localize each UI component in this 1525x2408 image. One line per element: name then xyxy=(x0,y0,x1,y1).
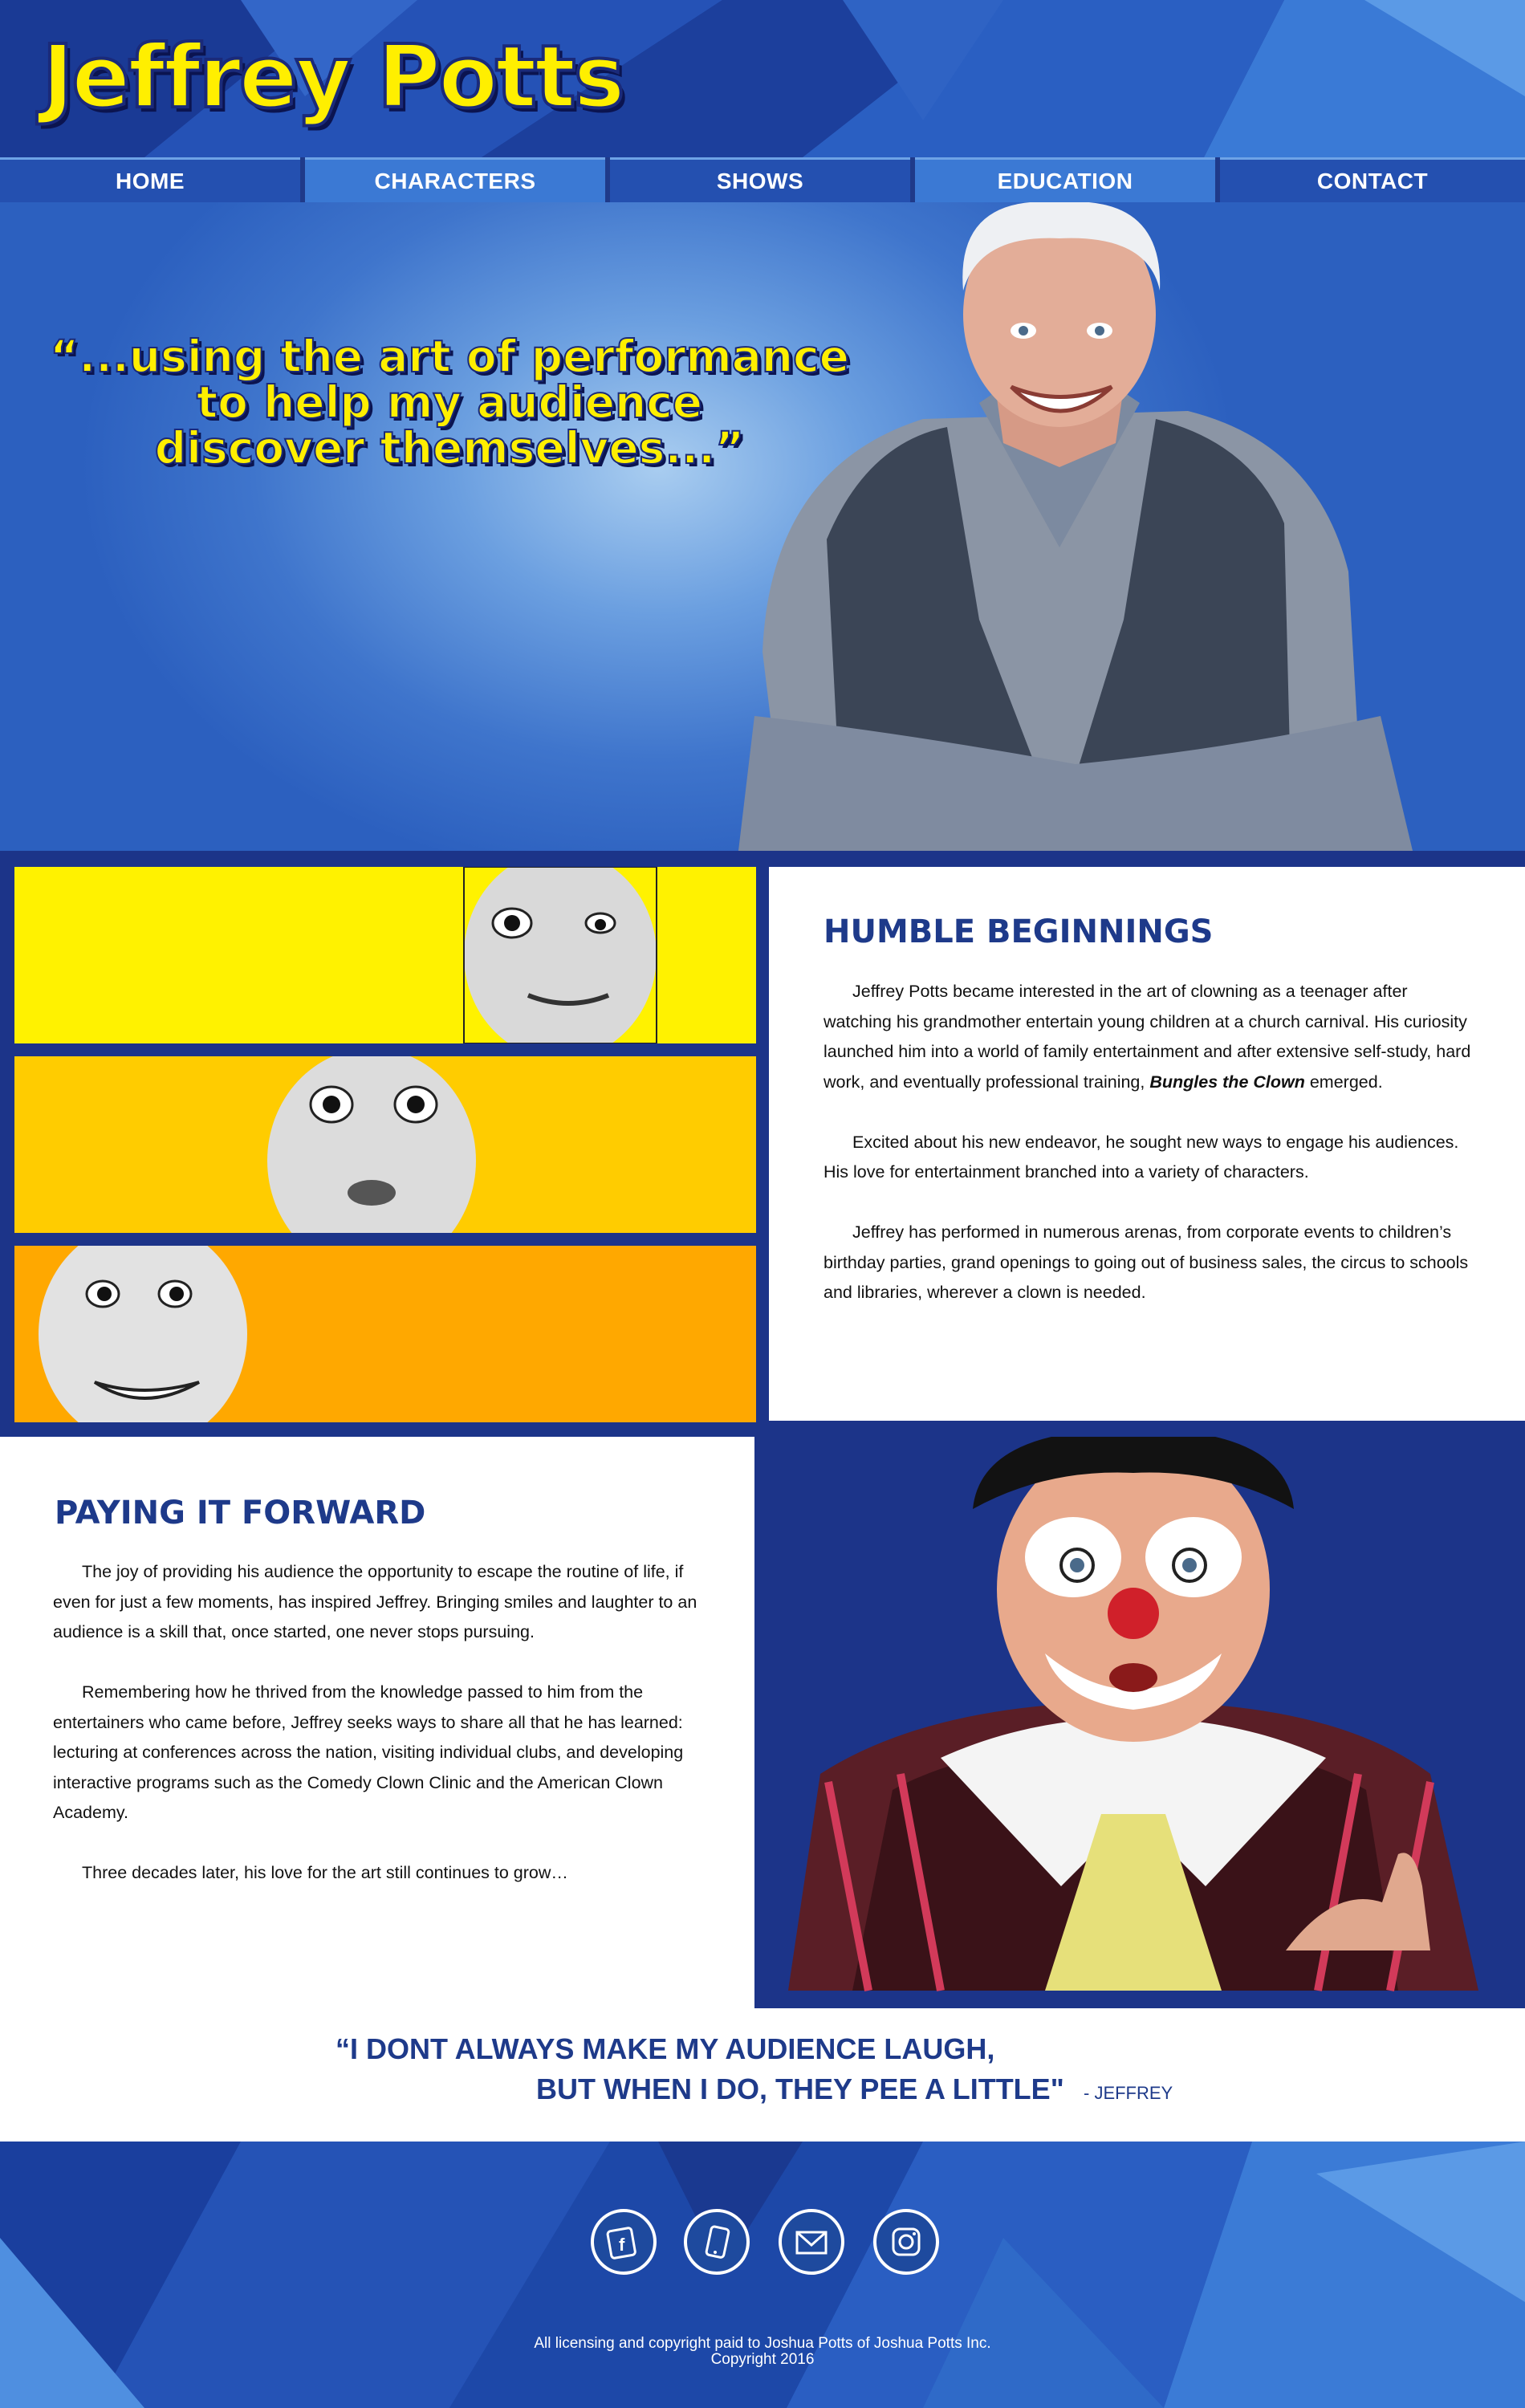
facebook-icon: f xyxy=(606,2227,636,2260)
forward-paragraph-1: The joy of providing his audience the op… xyxy=(53,1562,697,1641)
nav-contact[interactable]: CONTACT xyxy=(1220,157,1525,202)
copyright-line2: Copyright 2016 xyxy=(710,2351,815,2368)
instagram-link[interactable] xyxy=(873,2209,939,2275)
humble-beginnings-title: HUMBLE BEGINNINGS xyxy=(824,913,1214,950)
face-strip-3 xyxy=(14,1246,756,1422)
humble-beginnings-section: HUMBLE BEGINNINGS Jeffrey Potts became i… xyxy=(0,851,1525,1437)
svg-text:f: f xyxy=(619,2235,625,2255)
face-strip-1 xyxy=(14,867,756,1043)
forward-paragraph-2: Remembering how he thrived from the know… xyxy=(53,1682,684,1822)
copyright-line1: All licensing and copyright paid to Josh… xyxy=(534,2335,991,2352)
hero-banner: “...using the art of performance to help… xyxy=(0,202,1525,851)
humble-beginnings-text-panel: HUMBLE BEGINNINGS Jeffrey Potts became i… xyxy=(769,867,1525,1421)
jeffrey-face-image-2 xyxy=(267,1056,476,1233)
featured-quote-attribution: - JEFFREY xyxy=(1084,2083,1173,2103)
hero-quote-line2: to help my audience xyxy=(196,376,703,428)
hero-quote-line3: discover themselves...” xyxy=(154,422,745,474)
mail-icon xyxy=(795,2231,828,2255)
jeffrey-portrait-image xyxy=(738,202,1413,851)
main-nav: HOME CHARACTERS SHOWS EDUCATION CONTACT xyxy=(0,157,1525,202)
featured-quote-line2: BUT WHEN I DO, THEY PEE A LITTLE" xyxy=(536,2072,1064,2105)
face-strip-2 xyxy=(14,1056,756,1233)
forward-paragraph-3: Three decades later, his love for the ar… xyxy=(82,1863,568,1882)
hero-quote: “...using the art of performance to help… xyxy=(48,331,851,474)
nav-characters[interactable]: CHARACTERS xyxy=(305,157,605,202)
nav-shows[interactable]: SHOWS xyxy=(610,157,910,202)
paying-it-forward-section: PAYING IT FORWARD The joy of providing h… xyxy=(0,1437,754,2008)
site-header: Jeffrey Potts xyxy=(0,0,1525,157)
site-logo[interactable]: Jeffrey Potts xyxy=(40,26,627,129)
jeffrey-face-image-1 xyxy=(463,867,657,1043)
jeffrey-face-image-3 xyxy=(39,1246,247,1422)
hero-quote-line1: “...using the art of performance xyxy=(49,331,850,382)
humble-paragraph-1: Jeffrey Potts became interested in the a… xyxy=(824,982,1471,1092)
site-footer xyxy=(0,2142,1525,2408)
featured-quote-line1: “I DONT ALWAYS MAKE MY AUDIENCE LAUGH, xyxy=(336,2032,995,2065)
phone-icon xyxy=(705,2225,730,2259)
bungles-the-clown-emphasis: Bungles the Clown xyxy=(1149,1072,1305,1092)
nav-home[interactable]: HOME xyxy=(0,157,300,202)
footer-background xyxy=(0,2142,1525,2408)
bungles-clown-image xyxy=(788,1437,1478,1991)
humble-paragraph-2: Excited about his new endeavor, he sough… xyxy=(824,1132,1459,1182)
phone-link[interactable] xyxy=(684,2209,750,2275)
nav-education[interactable]: EDUCATION xyxy=(915,157,1215,202)
instagram-icon xyxy=(892,2227,921,2256)
humble-beginnings-body: Jeffrey Potts became interested in the a… xyxy=(824,977,1474,1338)
facebook-link[interactable]: f xyxy=(591,2209,657,2275)
mail-link[interactable] xyxy=(779,2209,844,2275)
humble-paragraph-3: Jeffrey has performed in numerous arenas… xyxy=(824,1222,1469,1302)
paying-it-forward-body: The joy of providing his audience the op… xyxy=(53,1557,711,1918)
paying-it-forward-title: PAYING IT FORWARD xyxy=(55,1495,426,1531)
